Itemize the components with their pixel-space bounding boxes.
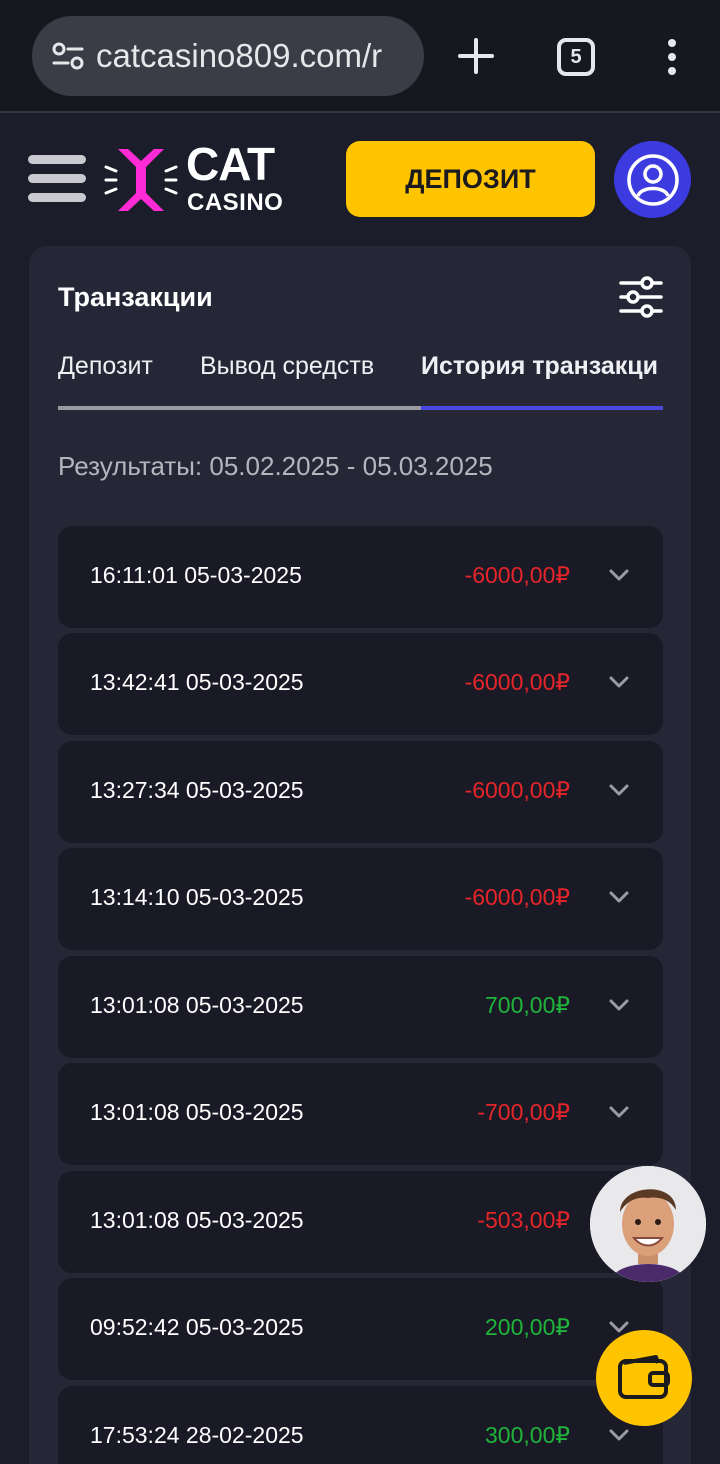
wallet-icon bbox=[618, 1355, 670, 1399]
transaction-time: 13:42:41 05-03-2025 bbox=[90, 669, 304, 695]
chevron-down-icon[interactable] bbox=[608, 1428, 630, 1442]
transaction-amount: -6000,00₽ bbox=[464, 777, 570, 803]
menu-icon[interactable] bbox=[28, 153, 86, 205]
site-header: CAT CASINO ДЕПОЗИТ bbox=[0, 115, 720, 245]
tab-switcher-button[interactable]: 5 bbox=[557, 38, 595, 76]
transaction-time: 13:01:08 05-03-2025 bbox=[90, 1207, 304, 1233]
browser-toolbar: catcasino809.com/r 5 bbox=[0, 0, 720, 113]
transaction-row[interactable]: 13:01:08 05-03-2025 -700,00₽ bbox=[58, 1063, 663, 1165]
chevron-down-icon[interactable] bbox=[608, 568, 630, 582]
cat-logo-icon[interactable] bbox=[104, 143, 178, 217]
transaction-row[interactable]: 17:53:24 28-02-2025 300,00₽ bbox=[58, 1386, 663, 1464]
transaction-time: 17:53:24 28-02-2025 bbox=[90, 1422, 304, 1448]
tabs: Депозит Вывод средств История транзакци bbox=[58, 352, 663, 412]
date-range: 05.02.2025 - 05.03.2025 bbox=[209, 451, 493, 481]
transaction-row[interactable]: 16:11:01 05-03-2025 -6000,00₽ bbox=[58, 526, 663, 628]
support-chat-avatar[interactable] bbox=[590, 1166, 706, 1282]
transaction-amount: -6000,00₽ bbox=[464, 669, 570, 695]
transaction-time: 13:27:34 05-03-2025 bbox=[90, 777, 304, 803]
chevron-down-icon[interactable] bbox=[608, 675, 630, 689]
transaction-amount: 200,00₽ bbox=[485, 1314, 570, 1340]
transaction-row[interactable]: 13:27:34 05-03-2025 -6000,00₽ bbox=[58, 741, 663, 843]
transaction-row[interactable]: 13:01:08 05-03-2025 700,00₽ bbox=[58, 956, 663, 1058]
active-tab-indicator bbox=[421, 406, 663, 410]
tab-history[interactable]: История транзакци bbox=[421, 352, 658, 381]
support-agent-icon bbox=[590, 1166, 706, 1282]
chevron-down-icon[interactable] bbox=[608, 783, 630, 797]
wallet-button[interactable] bbox=[596, 1330, 692, 1426]
transaction-row[interactable]: 13:42:41 05-03-2025 -6000,00₽ bbox=[58, 633, 663, 735]
transaction-row[interactable]: 09:52:42 05-03-2025 200,00₽ bbox=[58, 1278, 663, 1380]
transaction-time: 13:01:08 05-03-2025 bbox=[90, 1099, 304, 1125]
transaction-amount: -6000,00₽ bbox=[464, 884, 570, 910]
transaction-amount: 300,00₽ bbox=[485, 1422, 570, 1448]
profile-button[interactable] bbox=[614, 141, 691, 218]
address-bar[interactable]: catcasino809.com/r bbox=[32, 16, 424, 96]
transaction-row[interactable]: 13:01:08 05-03-2025 -503,00₽ bbox=[58, 1171, 663, 1273]
transaction-amount: -700,00₽ bbox=[477, 1099, 570, 1125]
chevron-down-icon[interactable] bbox=[608, 998, 630, 1012]
tab-withdrawal[interactable]: Вывод средств bbox=[200, 352, 374, 381]
transaction-amount: 700,00₽ bbox=[485, 992, 570, 1018]
url-text: catcasino809.com/r bbox=[96, 37, 383, 74]
chevron-down-icon[interactable] bbox=[608, 890, 630, 904]
transaction-amount: -6000,00₽ bbox=[464, 562, 570, 588]
page-title: Транзакции bbox=[58, 282, 213, 312]
transaction-time: 09:52:42 05-03-2025 bbox=[90, 1314, 304, 1340]
more-menu-icon[interactable] bbox=[664, 38, 680, 76]
new-tab-icon[interactable] bbox=[456, 36, 496, 76]
results-range: Результаты: 05.02.2025 - 05.03.2025 bbox=[58, 451, 493, 482]
user-icon bbox=[626, 153, 679, 206]
tab-deposit[interactable]: Депозит bbox=[58, 352, 153, 381]
filter-icon[interactable] bbox=[619, 276, 663, 318]
transaction-time: 13:14:10 05-03-2025 bbox=[90, 884, 304, 910]
logo-text-casino: CASINO bbox=[187, 189, 284, 216]
transaction-amount: -503,00₽ bbox=[477, 1207, 570, 1233]
results-label: Результаты: bbox=[58, 451, 203, 481]
transactions-panel: Транзакции Депозит Вывод средств История… bbox=[29, 246, 691, 1464]
transaction-row[interactable]: 13:14:10 05-03-2025 -6000,00₽ bbox=[58, 848, 663, 950]
transaction-time: 13:01:08 05-03-2025 bbox=[90, 992, 304, 1018]
chevron-down-icon[interactable] bbox=[608, 1105, 630, 1119]
site-settings-icon[interactable] bbox=[48, 36, 88, 76]
logo-text-cat: CAT bbox=[186, 138, 275, 190]
tab-count: 5 bbox=[570, 45, 582, 68]
deposit-button[interactable]: ДЕПОЗИТ bbox=[346, 141, 595, 217]
transaction-time: 16:11:01 05-03-2025 bbox=[90, 562, 302, 588]
